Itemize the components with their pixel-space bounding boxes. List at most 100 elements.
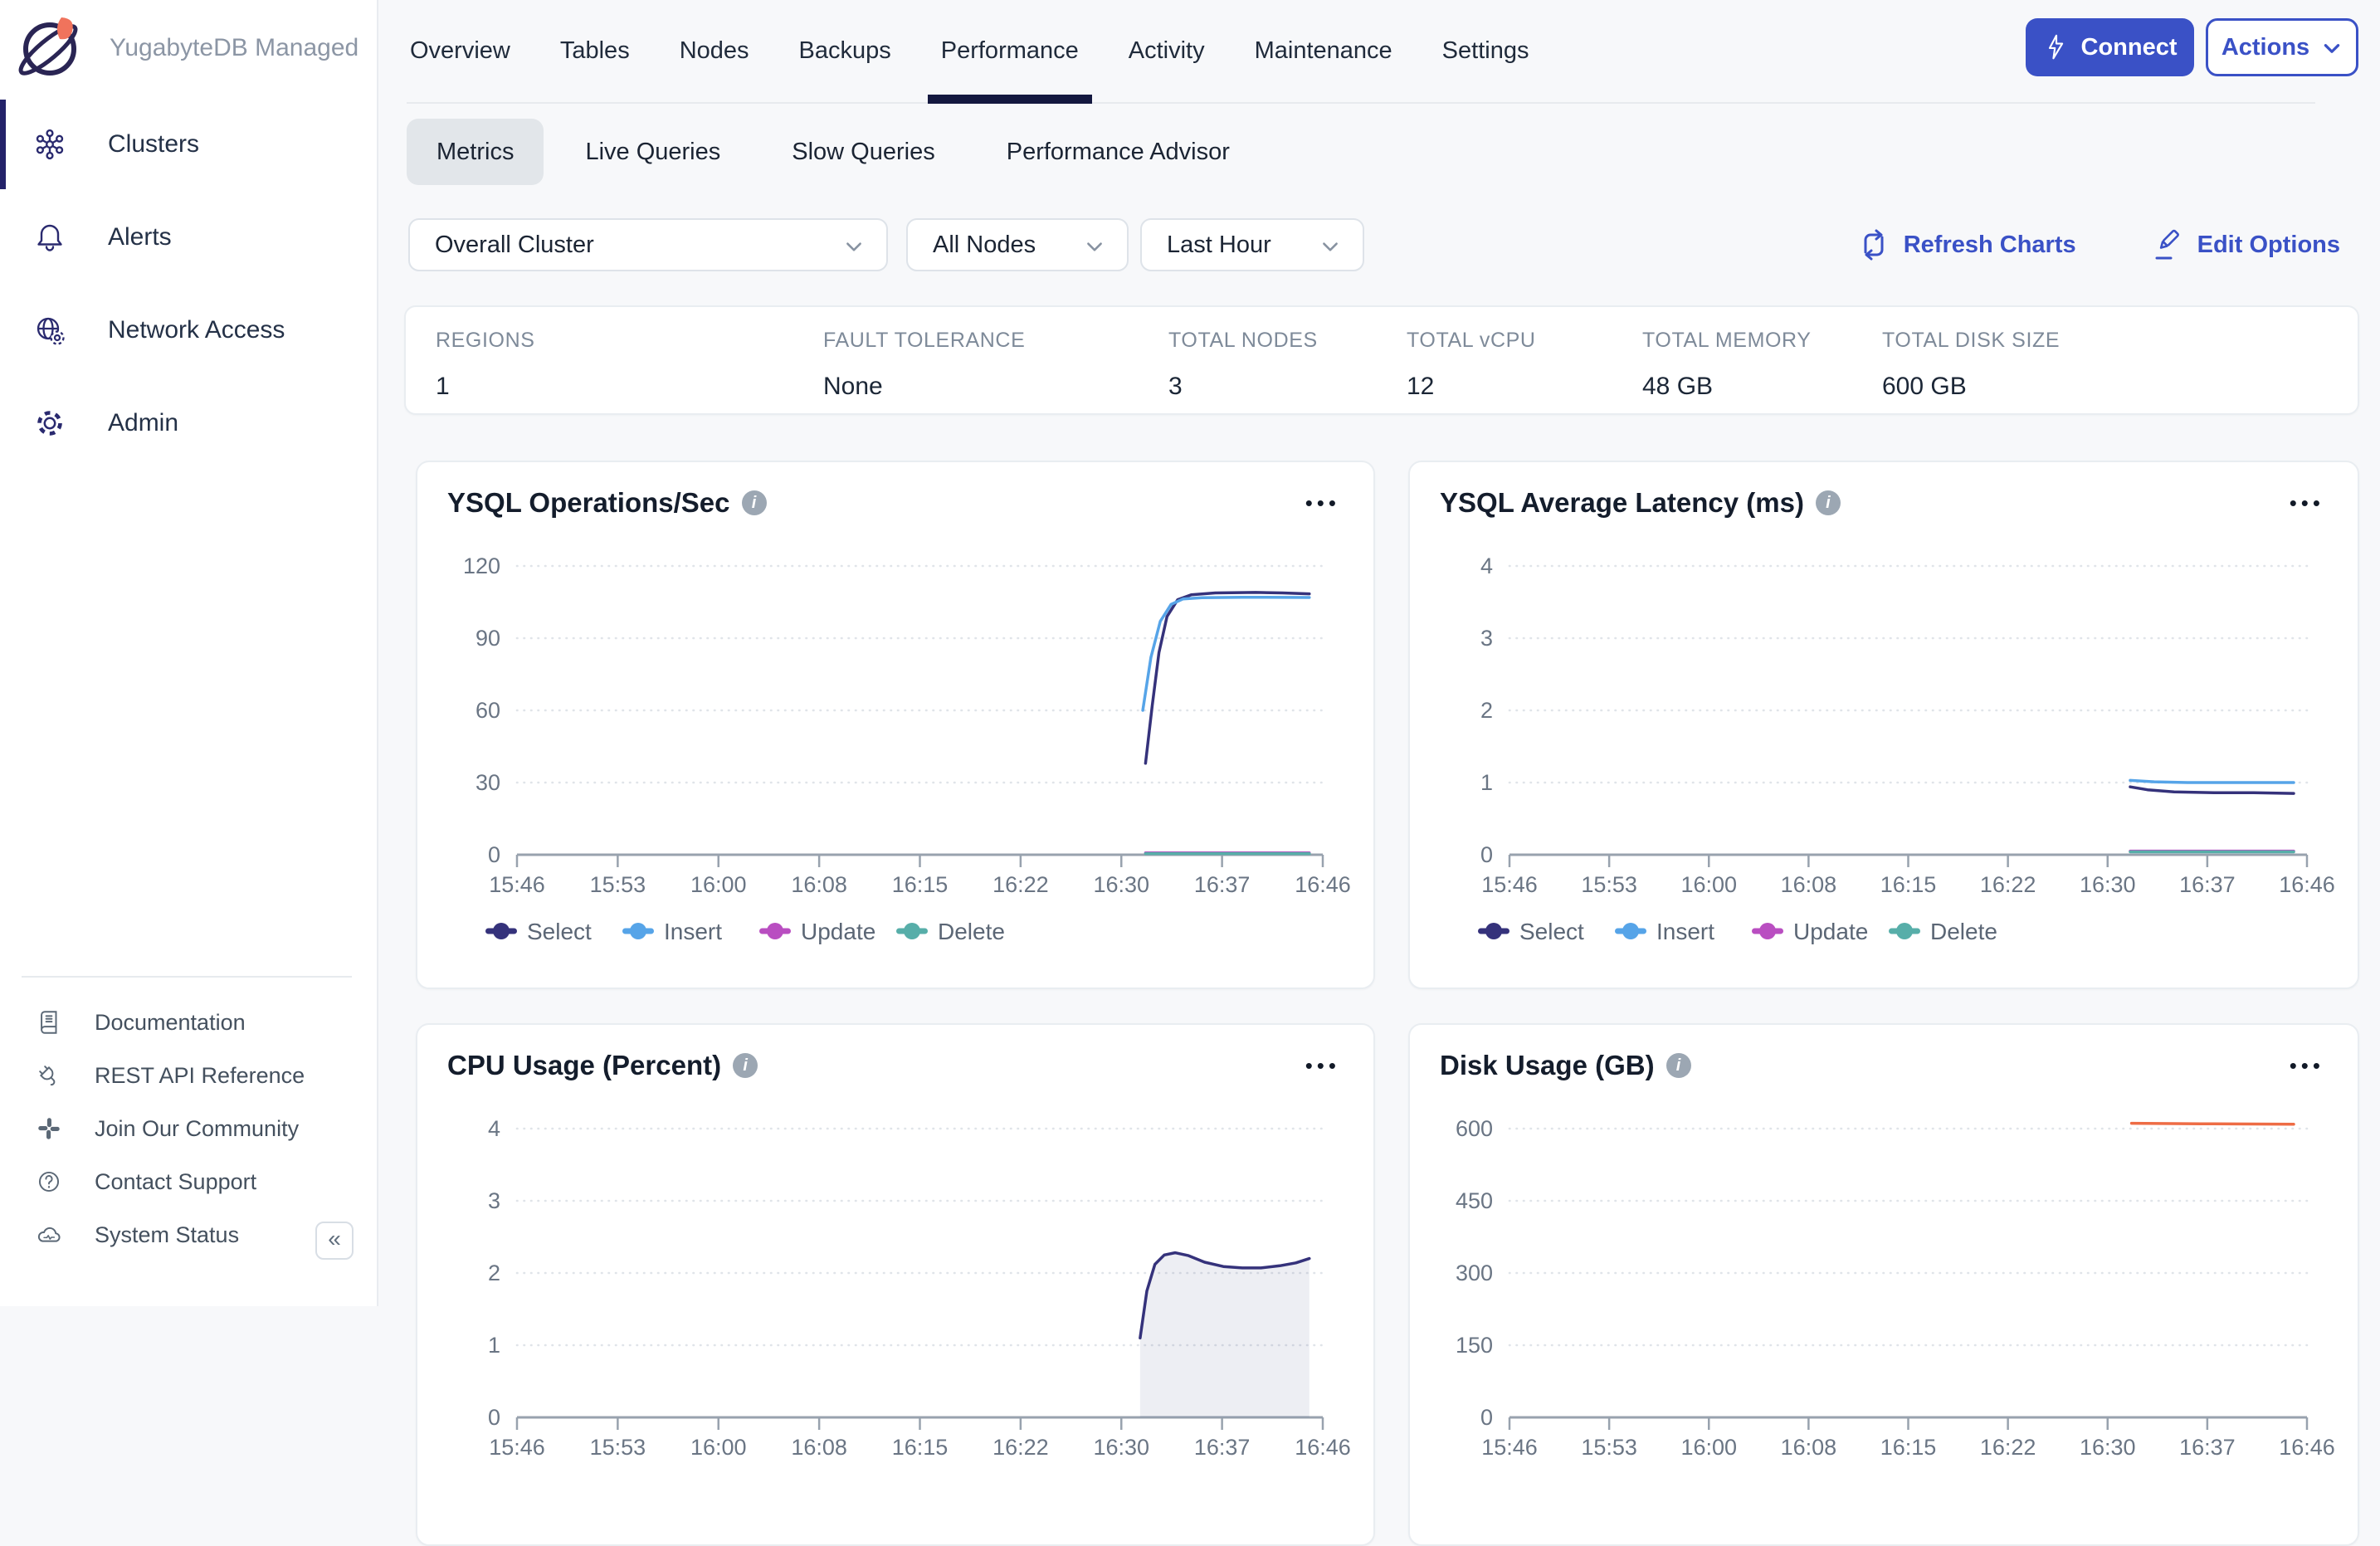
sidebar-item-label: Network Access [108,316,285,344]
svg-text:16:08: 16:08 [791,872,847,897]
sidebar: YugabyteDB Managed Clusters Alerts Netwo… [0,0,378,1306]
main-content: Overview Tables Nodes Backups Performance Act… [378,0,2380,1306]
cluster-stats-card: REGIONS1FAULT TOLERANCENoneTOTAL NODES3T… [404,305,2359,415]
chart-header: YSQL Average Latency (ms)i••• [1410,462,2358,519]
svg-text:16:15: 16:15 [892,1435,949,1460]
yugabytedb-managed-app: { "brand": {"name": "YugabyteDB Managed"… [0,0,2380,1306]
svg-text:300: 300 [1456,1261,1493,1285]
svg-text:4: 4 [1480,554,1493,578]
svg-text:16:46: 16:46 [1295,872,1351,897]
brand-name: YugabyteDB Managed [110,34,358,62]
tab-tables[interactable]: Tables [557,0,633,102]
chart-menu-ellipsis[interactable]: ••• [2290,1061,2324,1070]
svg-text:16:08: 16:08 [791,1435,847,1460]
svg-text:60: 60 [476,698,500,723]
subtab-metrics[interactable]: Metrics [407,119,544,185]
svg-text:16:30: 16:30 [1093,872,1149,897]
sidebar-item-network-access[interactable]: Network Access [0,284,377,377]
tab-performance[interactable]: Performance [938,0,1082,102]
svg-text:Insert: Insert [1656,919,1714,944]
svg-text:16:46: 16:46 [2279,1435,2335,1460]
connect-button[interactable]: Connect [2026,18,2194,76]
nodes-select[interactable]: All Nodes [906,218,1129,271]
info-icon[interactable]: i [1816,490,1841,515]
sidebar-footer-item-documentation[interactable]: Documentation [0,996,377,1049]
svg-text:150: 150 [1456,1333,1493,1358]
tab-overview[interactable]: Overview [407,0,514,102]
svg-text:600: 600 [1456,1116,1493,1141]
svg-text:2: 2 [1480,698,1493,723]
cluster-select[interactable]: Overall Cluster [408,218,888,271]
sidebar-item-clusters[interactable]: Clusters [0,98,377,191]
stat-label: REGIONS [436,329,823,353]
stat-fault-tolerance: FAULT TOLERANCENone [823,329,1168,413]
refresh-charts-link[interactable]: Refresh Charts [1857,228,2076,261]
tab-settings[interactable]: Settings [1439,0,1533,102]
chart-card-cpu-usage-percent-: CPU Usage (Percent)i•••0123415:4615:5316… [416,1023,1375,1546]
chart-menu-ellipsis[interactable]: ••• [2290,499,2324,507]
sidebar-nav: Clusters Alerts Network Access Admin [0,98,377,470]
tab-backups[interactable]: Backups [796,0,895,102]
sidebar-item-alerts[interactable]: Alerts [0,191,377,284]
stat-total-memory: TOTAL MEMORY48 GB [1642,329,1882,413]
svg-text:16:15: 16:15 [1880,1435,1937,1460]
actions-button[interactable]: Actions [2206,18,2358,76]
gear-icon [33,407,66,440]
info-icon[interactable]: i [1666,1053,1691,1078]
svg-text:16:22: 16:22 [1980,872,2036,897]
edit-options-link[interactable]: Edit Options [2151,228,2340,261]
chart-menu-ellipsis[interactable]: ••• [1305,1061,1340,1070]
svg-text:16:30: 16:30 [2080,1435,2136,1460]
pencil-icon [2151,228,2184,261]
stat-total-disk-size: TOTAL DISK SIZE600 GB [1882,329,2131,413]
svg-text:2: 2 [488,1261,500,1285]
info-icon[interactable]: i [733,1053,758,1078]
plug-icon [35,1061,63,1090]
svg-text:15:53: 15:53 [1581,1435,1637,1460]
sidebar-footer-item-label: Documentation [95,1010,246,1036]
svg-text:15:53: 15:53 [590,1435,646,1460]
sidebar-footer-item-label: Contact Support [95,1169,256,1195]
sidebar-collapse-button[interactable]: « [315,1222,354,1260]
sidebar-footer-item-rest-api-reference[interactable]: REST API Reference [0,1049,377,1102]
tab-maintenance[interactable]: Maintenance [1251,0,1396,102]
svg-text:15:46: 15:46 [489,1435,545,1460]
svg-text:16:46: 16:46 [1295,1435,1351,1460]
chart-menu-ellipsis[interactable]: ••• [1305,499,1340,507]
svg-text:0: 0 [1480,842,1493,867]
sidebar-divider [22,976,352,978]
subtab-slow-queries[interactable]: Slow Queries [762,119,964,185]
svg-text:4: 4 [488,1116,500,1141]
stat-value: 600 GB [1882,373,2131,401]
info-icon[interactable]: i [742,490,767,515]
time-range-select[interactable]: Last Hour [1140,218,1364,271]
svg-text:16:37: 16:37 [1194,1435,1251,1460]
chart-header: YSQL Operations/Seci••• [417,462,1373,519]
svg-text:Select: Select [1519,919,1584,944]
stat-value: 1 [436,373,823,401]
svg-text:Delete: Delete [938,919,1005,944]
subtab-performance-advisor[interactable]: Performance Advisor [977,119,1260,185]
sidebar-item-label: Admin [108,409,178,437]
stat-label: TOTAL NODES [1168,329,1407,353]
svg-text:16:37: 16:37 [2179,1435,2236,1460]
tab-activity[interactable]: Activity [1125,0,1208,102]
svg-text:0: 0 [488,842,500,867]
chevron-down-icon [843,237,865,258]
svg-text:16:37: 16:37 [2179,872,2236,897]
svg-text:1: 1 [488,1333,500,1358]
top-buttons: Connect Actions [2026,18,2358,76]
sidebar-footer-item-contact-support[interactable]: Contact Support [0,1155,377,1208]
sidebar-item-admin[interactable]: Admin [0,377,377,470]
svg-text:Update: Update [801,919,875,944]
tab-nodes[interactable]: Nodes [676,0,753,102]
performance-subtabs: MetricsLive QueriesSlow QueriesPerforman… [407,119,2380,185]
sidebar-footer-item-join-our-community[interactable]: Join Our Community [0,1102,377,1155]
svg-text:15:46: 15:46 [1481,1435,1538,1460]
chart-card-disk-usage-gb-: Disk Usage (GB)i•••015030045060015:4615:… [1408,1023,2359,1546]
svg-text:Select: Select [527,919,592,944]
svg-text:16:30: 16:30 [2080,872,2136,897]
sidebar-footer-item-label: Join Our Community [95,1116,299,1142]
subtab-live-queries[interactable]: Live Queries [555,119,750,185]
cluster-select-value: Overall Cluster [435,232,843,259]
